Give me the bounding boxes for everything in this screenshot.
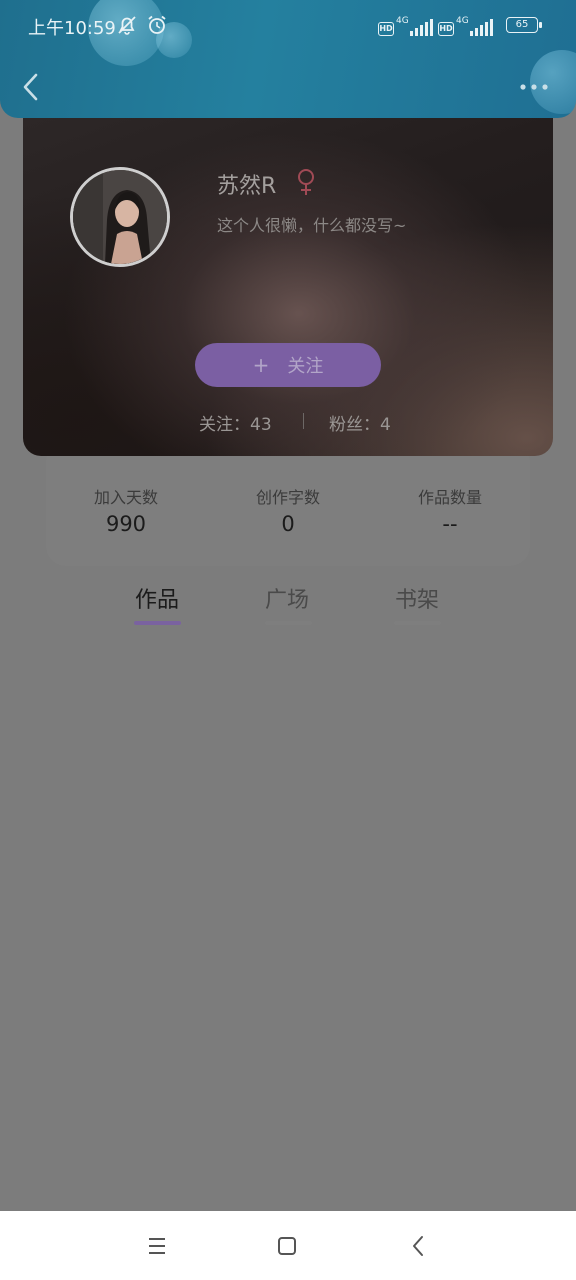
system-nav-bar — [0, 1211, 576, 1280]
tab-works[interactable]: 作品 — [135, 582, 179, 614]
menu-icon[interactable] — [144, 1233, 170, 1259]
follow-button[interactable]: + 关注 — [195, 343, 381, 387]
female-symbol-icon — [298, 169, 314, 195]
tab-works-indicator — [134, 621, 181, 625]
status-time: 上午10:59 — [28, 18, 116, 39]
stat-word-count: 创作字数 0 — [208, 484, 368, 536]
plus-icon: + — [252, 353, 270, 377]
stat-join-days: 加入天数 990 — [46, 484, 206, 536]
header-bar: 上午10:59 HD 4G HD 4G 65 — [0, 0, 576, 118]
following-count[interactable]: 关注：43 — [199, 410, 272, 435]
stat-label: 加入天数 — [93, 488, 158, 507]
signal-strength-icon — [469, 19, 493, 36]
stat-value: -- — [442, 512, 458, 536]
signal-group-1: HD 4G — [378, 14, 433, 36]
battery-icon: 65 — [506, 17, 542, 33]
avatar-photo — [73, 170, 167, 264]
network-type-label: 4G — [456, 16, 469, 26]
avatar[interactable] — [70, 167, 170, 267]
stat-value: 0 — [281, 512, 295, 536]
alarm-clock-icon — [148, 15, 166, 34]
back-arrow-icon[interactable] — [406, 1233, 432, 1259]
bell-muted-icon — [118, 16, 136, 35]
profile-card: 苏然R 这个人很懒，什么都没写~ + 关注 关注：43 粉丝：4 — [23, 100, 553, 456]
tab-square[interactable]: 广场 — [265, 582, 309, 614]
stat-label: 作品数量 — [417, 488, 482, 507]
hd-badge: HD — [438, 22, 454, 36]
stat-label: 创作字数 — [255, 488, 320, 507]
tab-bookshelf-indicator — [394, 621, 441, 625]
signal-strength-icon — [409, 19, 433, 36]
more-dots-icon[interactable] — [518, 78, 550, 96]
chevron-left-icon[interactable] — [18, 70, 44, 104]
stat-works-count: 作品数量 -- — [370, 484, 530, 536]
tab-bookshelf[interactable]: 书架 — [395, 582, 439, 614]
profile-bio: 这个人很懒，什么都没写~ — [217, 216, 407, 235]
network-type-label: 4G — [396, 16, 409, 26]
signal-group-2: HD 4G — [438, 14, 493, 36]
stats-panel: 加入天数 990 创作字数 0 作品数量 -- — [46, 442, 530, 566]
follow-button-label: 关注 — [287, 356, 324, 377]
home-square-icon[interactable] — [274, 1233, 300, 1259]
tab-square-indicator — [265, 621, 312, 625]
hd-badge: HD — [378, 22, 394, 36]
divider — [303, 413, 304, 429]
stat-value: 990 — [105, 512, 147, 536]
profile-username: 苏然R — [217, 174, 277, 199]
fans-count[interactable]: 粉丝：4 — [329, 410, 391, 435]
follow-stats: 关注：43 粉丝：4 — [23, 410, 553, 435]
